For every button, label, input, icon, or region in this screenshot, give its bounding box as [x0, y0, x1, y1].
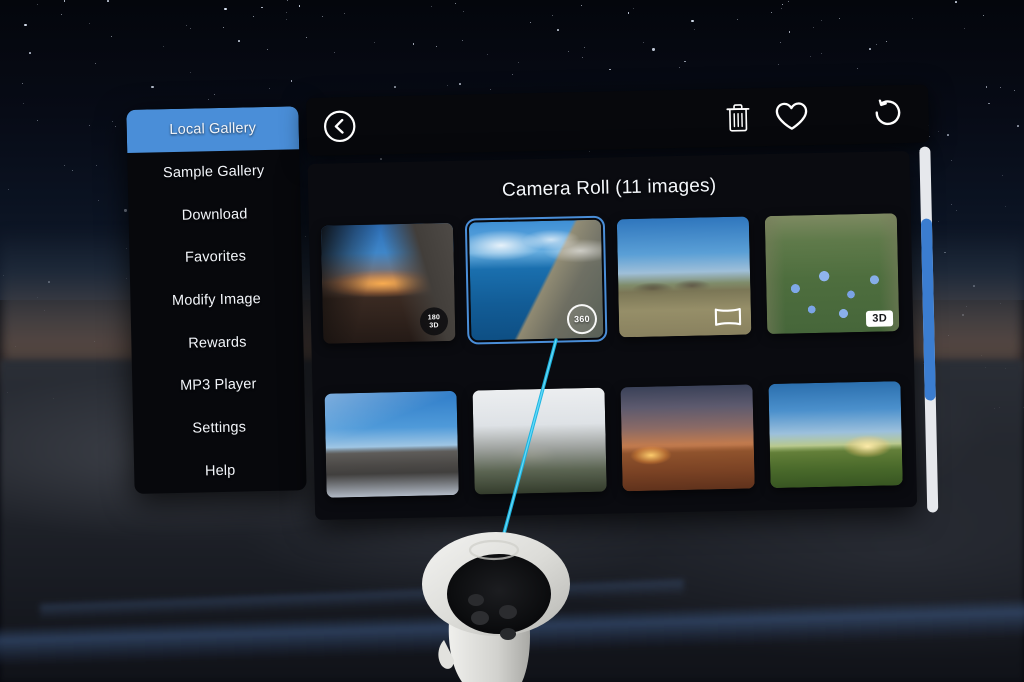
thumbnail-image: [768, 381, 903, 489]
thumbnail-row-1: 180 3D 360 3D: [320, 213, 903, 345]
toolbar-actions: [710, 85, 915, 147]
sidebar-item-favorites[interactable]: Favorites: [129, 234, 302, 280]
sidebar-item-mp3-player[interactable]: MP3 Player: [132, 362, 305, 408]
sidebar-item-label: Modify Image: [171, 291, 262, 310]
thumb-foggy-cliff[interactable]: [472, 387, 607, 495]
badge-3d-label: 3D: [866, 310, 894, 327]
thumb-desert-sunset[interactable]: [620, 384, 755, 492]
sidebar-item-settings[interactable]: Settings: [133, 405, 306, 451]
thumb-alpine-village[interactable]: [616, 216, 752, 338]
back-arrow-icon: [324, 110, 356, 143]
thumbnail-image: [620, 384, 755, 492]
sidebar-item-label: Help: [204, 462, 236, 480]
sidebar-item-label: MP3 Player: [179, 376, 257, 395]
thumbnail-image: [324, 390, 459, 498]
sidebar-item-label: Settings: [192, 419, 247, 437]
sidebar-item-download[interactable]: Download: [128, 192, 301, 238]
sidebar-item-sample-gallery[interactable]: Sample Gallery: [127, 149, 300, 195]
trash-icon: [725, 103, 749, 132]
gallery-title: Camera Roll (11 images): [501, 175, 717, 201]
thumb-castle-sunset[interactable]: 180 3D: [320, 222, 456, 344]
thumbnail-row-2: [324, 381, 907, 498]
badge-line1: 180: [427, 313, 441, 321]
controller-tracking-ring: [422, 532, 570, 636]
sidebar-item-label: Rewards: [188, 334, 247, 352]
top-toolbar: [306, 84, 930, 157]
thumb-blue-flowers[interactable]: 3D: [764, 213, 900, 335]
thumbnail-image: [472, 387, 607, 495]
sidebar-item-label: Download: [181, 206, 248, 224]
scrollbar-thumb[interactable]: [920, 218, 936, 401]
sidebar-menu: Local Gallery Sample Gallery Download Favor…: [126, 106, 307, 494]
badge-line2: 3D: [429, 321, 439, 329]
gallery-panel: Camera Roll (11 images) 180 3D 360 3D: [307, 150, 918, 520]
sidebar-item-rewards[interactable]: Rewards: [131, 320, 304, 366]
vr-controller[interactable]: [404, 518, 584, 682]
sidebar-item-help[interactable]: Help: [134, 448, 307, 494]
back-button[interactable]: [322, 109, 357, 144]
gallery-scrollbar[interactable]: [919, 146, 939, 513]
refresh-button[interactable]: [860, 85, 915, 144]
sidebar-item-label: Local Gallery: [169, 120, 257, 139]
sidebar-item-label: Sample Gallery: [162, 163, 265, 182]
badge-panorama-icon: [713, 306, 743, 329]
thumb-field-sunset[interactable]: [768, 381, 903, 489]
thumb-coastline[interactable]: 360: [464, 215, 608, 345]
sidebar-item-local-gallery[interactable]: Local Gallery: [126, 106, 300, 153]
heart-icon: [775, 102, 808, 130]
delete-button[interactable]: [710, 88, 765, 147]
sidebar-item-label: Favorites: [184, 248, 247, 267]
sidebar-item-modify-image[interactable]: Modify Image: [130, 277, 303, 323]
vr-ui-panel: Local Gallery Sample Gallery Download Favor…: [126, 78, 945, 526]
undo-rotate-icon: [875, 99, 901, 126]
thumb-snowy-peak[interactable]: [324, 390, 459, 498]
favorite-button[interactable]: [764, 87, 819, 146]
